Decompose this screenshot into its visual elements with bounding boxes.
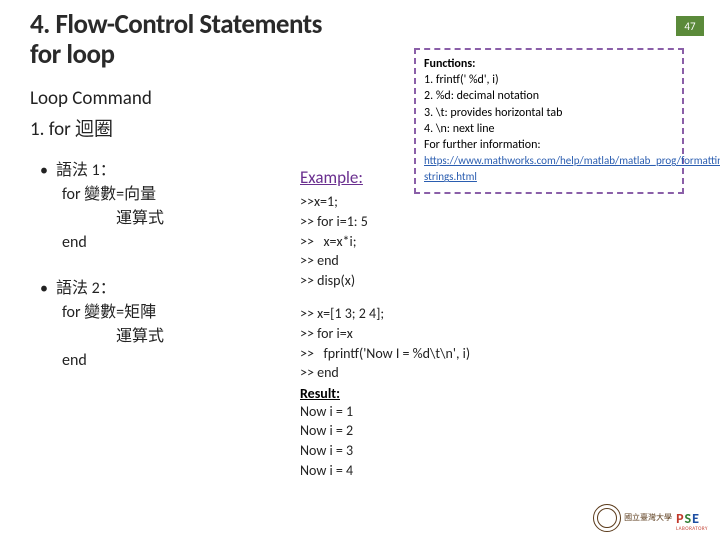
- ntu-seal-icon: [593, 504, 621, 532]
- bullet-icon: •: [40, 277, 48, 301]
- info-item-1: 1. frintf(' %d', i): [424, 72, 674, 88]
- syntax-block-2: • 語法 2： for 變數=矩陣 運算式 end: [40, 277, 270, 373]
- syntax1-head: 語法 1：: [56, 159, 116, 183]
- title-line-2: for loop: [30, 38, 115, 71]
- syntax2-line1: for 變數=矩陣: [40, 301, 270, 325]
- pse-logo: PSE: [676, 513, 708, 526]
- info-item-3: 3. \t: provides horizontal tab: [424, 105, 674, 121]
- info-item-2: 2. %d: decimal notation: [424, 88, 674, 104]
- syntax1-line1: for 變數=向量: [40, 183, 270, 207]
- code-block-2: >> x=[1 3; 2 4]; >> for i=x >> fprintf('…: [300, 304, 690, 382]
- syntax2-head: 語法 2：: [56, 277, 116, 301]
- syntax1-line3: end: [40, 231, 270, 255]
- info-item-4: 4. \n: next line: [424, 121, 674, 137]
- pse-p: P: [676, 510, 684, 527]
- syntax-column: • 語法 1： for 變數=向量 運算式 end • 語法 2： for 變數=矩…: [30, 159, 270, 494]
- result-output: Now i = 1 Now i = 2 Now i = 3 Now i = 4: [300, 402, 690, 480]
- example-column: Example: >>x=1; >> for i=1: 5 >> x=x*i; …: [300, 159, 690, 494]
- footer-logo: 國立臺灣大學 PSE LABORATORY: [593, 504, 708, 532]
- page-number: 47: [676, 16, 704, 36]
- ntu-text: 國立臺灣大學: [624, 514, 672, 522]
- pse-s: S: [685, 510, 693, 527]
- syntax2-line3: end: [40, 349, 270, 373]
- code-block-1: >>x=1; >> for i=1: 5 >> x=x*i; >> end >>…: [300, 192, 690, 290]
- syntax1-line2: 運算式: [40, 207, 270, 231]
- info-further: For further information:: [424, 137, 674, 153]
- slide: 47 4. Flow-Control Statements for loop F…: [0, 0, 720, 540]
- result-label: Result:: [300, 385, 690, 402]
- bullet-icon: •: [40, 159, 48, 183]
- syntax2-line2: 運算式: [40, 325, 270, 349]
- title-line-1: 4. Flow-Control Statements: [30, 8, 322, 41]
- syntax-block-1: • 語法 1： for 變數=向量 運算式 end: [40, 159, 270, 255]
- content-columns: • 語法 1： for 變數=向量 運算式 end • 語法 2： for 變數=矩…: [30, 159, 690, 494]
- pse-e: E: [692, 510, 700, 527]
- lab-text: LABORATORY: [676, 526, 708, 532]
- example-label: Example:: [300, 167, 363, 188]
- info-title: Functions:: [424, 56, 674, 72]
